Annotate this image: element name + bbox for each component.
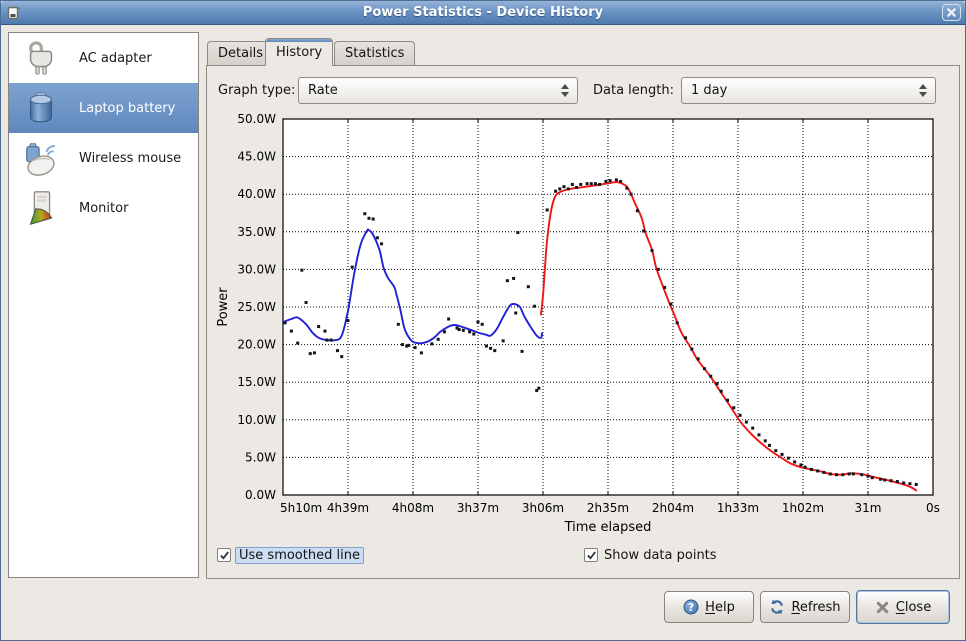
svg-text:2h04m: 2h04m [652,501,694,515]
close-button-label: Close [896,600,931,615]
sidebar-item-ac-adapter[interactable]: AC adapter [9,33,198,83]
svg-text:30.0W: 30.0W [237,262,276,276]
svg-text:Power: Power [216,287,231,327]
svg-text:35.0W: 35.0W [237,225,276,239]
svg-text:3h37m: 3h37m [457,501,499,515]
svg-text:1h33m: 1h33m [717,501,759,515]
monitor-icon [22,189,60,227]
svg-text:3h06m: 3h06m [522,501,564,515]
tab-history[interactable]: History [265,38,333,66]
sidebar-item-label: Wireless mouse [79,151,181,166]
tab-label: Statistics [345,46,404,61]
svg-text:0.0W: 0.0W [245,488,276,502]
sidebar-item-monitor[interactable]: Monitor [9,183,198,233]
tab-label: Details [218,46,263,61]
svg-text:4h39m: 4h39m [327,501,369,515]
use-smoothed-line-label[interactable]: Use smoothed line [235,547,364,564]
device-list: AC adapter Laptop battery [8,32,199,578]
svg-text:Time elapsed: Time elapsed [564,520,652,535]
svg-text:10.0W: 10.0W [237,413,276,427]
close-icon [875,600,890,615]
svg-text:40.0W: 40.0W [237,187,276,201]
svg-text:50.0W: 50.0W [237,112,276,126]
svg-text:45.0W: 45.0W [237,150,276,164]
svg-text:5.0W: 5.0W [245,450,276,464]
svg-text:2h35m: 2h35m [587,501,629,515]
tab-label: History [276,45,322,60]
use-smoothed-line-row: Use smoothed line [217,546,364,564]
show-data-points-label[interactable]: Show data points [604,548,717,563]
show-data-points-checkbox[interactable] [584,548,598,562]
wireless-mouse-icon [22,139,60,177]
svg-text:31m: 31m [855,501,882,515]
tab-statistics[interactable]: Statistics [334,41,415,65]
help-icon: ? [683,599,699,615]
sidebar-item-label: AC adapter [79,51,152,66]
window-close-icon [946,7,957,18]
svg-text:5h10m: 5h10m [280,501,322,515]
help-button[interactable]: ? Help [664,591,754,623]
checkmark-icon [586,550,597,561]
history-chart: 0.0W 5.0W 10.0W 15.0W 20.0W 25.0W 30.0W 35.0W 40… [211,111,961,541]
svg-text:20.0W: 20.0W [237,338,276,352]
window: Power Statistics - Device History AC ada… [0,0,966,641]
help-button-label: Help [705,600,735,615]
refresh-icon [769,599,785,615]
titlebar[interactable]: Power Statistics - Device History [1,1,965,25]
checkmark-icon [219,550,230,561]
graph-type-select[interactable]: Rate [298,77,578,104]
sidebar-item-label: Laptop battery [79,101,175,116]
svg-text:4h08m: 4h08m [392,501,434,515]
refresh-button-label: Refresh [791,600,840,615]
laptop-battery-icon [22,89,60,127]
graph-type-label: Graph type: [218,77,295,104]
data-length-select[interactable]: 1 day [681,77,936,104]
svg-text:15.0W: 15.0W [237,375,276,389]
close-button[interactable]: Close [856,590,950,624]
svg-text:25.0W: 25.0W [237,300,276,314]
window-title: Power Statistics - Device History [1,5,965,20]
sidebar-item-label: Monitor [79,201,128,216]
data-length-value: 1 day [691,78,727,103]
use-smoothed-line-checkbox[interactable] [217,548,231,562]
dropdown-arrows-icon [556,81,574,100]
refresh-button[interactable]: Refresh [760,591,850,623]
svg-text:1h02m: 1h02m [782,501,824,515]
ac-adapter-icon [22,39,60,77]
dropdown-arrows-icon [914,81,932,100]
titlebar-close-button[interactable] [942,4,961,21]
graph-type-value: Rate [308,78,338,103]
sidebar-item-laptop-battery[interactable]: Laptop battery [9,83,198,133]
sidebar-item-wireless-mouse[interactable]: Wireless mouse [9,133,198,183]
show-data-points-row: Show data points [584,546,717,564]
data-length-label: Data length: [593,77,674,104]
svg-text:0s: 0s [926,501,940,515]
svg-text:?: ? [688,602,694,614]
